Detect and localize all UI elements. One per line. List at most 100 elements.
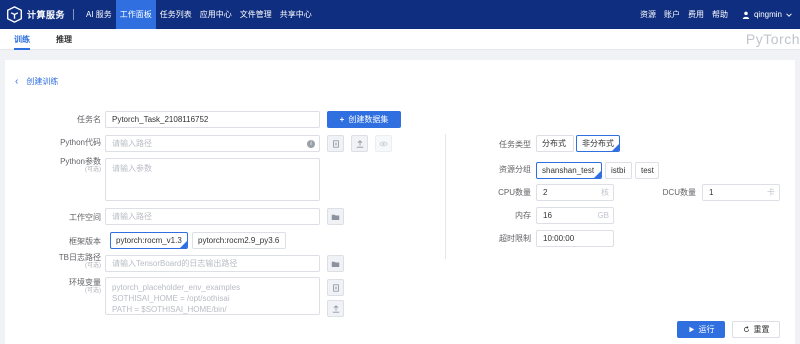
top-nav-bar: 计算服务 AI 服务 工作面板 任务列表 应用中心 文件管理 共享中心 资源 账… <box>0 0 800 29</box>
workdir-input[interactable]: 请输入路径 <box>105 208 320 225</box>
document-icon <box>332 283 339 292</box>
memory-label: 内存 <box>515 211 531 220</box>
timeout-label: 超时限制 <box>499 234 531 243</box>
page-title: 创建训练 <box>26 77 59 86</box>
memory-input[interactable]: 16 GB <box>536 207 614 224</box>
cpu-label: CPU数量 <box>498 188 531 197</box>
tb-log-label-text: TB日志路径 <box>58 253 101 262</box>
env-label-text: 环境变量 <box>69 278 101 287</box>
info-icon[interactable]: i <box>307 140 315 148</box>
nav-ai-service[interactable]: AI 服务 <box>82 0 116 29</box>
env-upload-button[interactable] <box>327 300 344 317</box>
main-nav: AI 服务 工作面板 任务列表 应用中心 文件管理 共享中心 <box>82 0 316 29</box>
cpu-value: 2 <box>543 188 548 197</box>
nav-item-file-manager[interactable]: 文件管理 <box>236 0 276 29</box>
nav-divider <box>73 9 75 20</box>
nav-item-app-center[interactable]: 应用中心 <box>196 0 236 29</box>
create-training-card: ‹ 创建训练 任务名 Pytorch_Task_2108116752 + 创建数… <box>5 60 795 344</box>
brand-logo-icon <box>7 6 22 23</box>
python-code-input[interactable]: 请输入路径 i <box>105 135 320 152</box>
reset-label: 重置 <box>753 325 770 334</box>
resource-group-option[interactable]: test <box>635 162 659 179</box>
memory-value: 16 <box>543 211 552 220</box>
workdir-label: 工作空间 <box>69 213 101 222</box>
plus-icon: + <box>339 115 345 124</box>
tb-log-label: TB日志路径 (可选) <box>45 253 101 270</box>
cpu-input[interactable]: 2 核 <box>536 184 614 201</box>
document-icon <box>332 139 339 148</box>
task-type-label: 任务类型 <box>499 140 531 149</box>
cpu-unit: 核 <box>601 188 609 197</box>
reset-button[interactable]: 重置 <box>732 321 780 338</box>
python-params-textarea[interactable]: 请输入参数 <box>105 158 320 201</box>
timeout-input[interactable]: 10:00:00 <box>536 230 614 247</box>
brand-name: 计算服务 <box>27 10 66 20</box>
run-button[interactable]: 运行 <box>677 321 725 338</box>
dcu-value: 1 <box>709 188 714 197</box>
user-icon <box>742 11 750 19</box>
task-name-label: 任务名 <box>77 115 101 124</box>
nav-item-workbench[interactable]: 工作面板 <box>115 0 156 29</box>
file-select-button[interactable] <box>327 135 344 152</box>
workdir-folder-button[interactable] <box>327 208 344 225</box>
tb-folder-button[interactable] <box>327 255 344 272</box>
preview-button[interactable] <box>375 135 392 152</box>
framework-title: PyTorch <box>745 31 800 47</box>
env-textarea[interactable]: pytorch_placeholder_env_examples SOTHISA… <box>105 277 320 315</box>
eye-icon <box>379 141 388 146</box>
dcu-label: DCU数量 <box>662 188 696 197</box>
run-label: 运行 <box>698 325 715 334</box>
memory-unit: GB <box>597 211 609 220</box>
dcu-input[interactable]: 1 卡 <box>702 184 780 201</box>
resource-group-label: 资源分组 <box>499 165 531 174</box>
folder-icon <box>331 261 340 267</box>
folder-icon <box>331 214 340 220</box>
tab-inference[interactable]: 推理 <box>56 29 72 50</box>
task-type-non-distributed[interactable]: 非分布式 <box>576 135 620 152</box>
dcu-unit: 卡 <box>767 188 775 197</box>
back-link[interactable]: ‹ 创建训练 <box>15 76 58 87</box>
task-type-distributed[interactable]: 分布式 <box>536 135 574 152</box>
resource-group-selected[interactable]: shanshan_test <box>536 162 602 179</box>
tab-train[interactable]: 训练 <box>14 29 30 50</box>
optional-hint: (可选) <box>85 287 101 294</box>
python-params-label-text: Python参数 <box>60 157 101 166</box>
upload-icon <box>356 139 363 148</box>
user-menu[interactable]: qingmin <box>742 0 792 29</box>
framework-version-label: 框架版本 <box>69 237 101 246</box>
play-icon <box>688 326 694 333</box>
framework-version-option-selected[interactable]: pytorch:rocm_v1.3 <box>110 232 188 249</box>
python-code-label: Python代码 <box>60 138 101 147</box>
nav-item-task-list[interactable]: 任务列表 <box>156 0 196 29</box>
nav-item-resources[interactable]: 资源 <box>636 0 660 29</box>
task-name-input[interactable]: Pytorch_Task_2108116752 <box>105 111 320 128</box>
nav-item-account[interactable]: 账户 <box>660 0 684 29</box>
create-dataset-label: 创建数据集 <box>348 115 389 124</box>
optional-hint: (可选) <box>85 262 101 269</box>
sub-header: 训练 推理 PyTorch <box>0 29 800 50</box>
reset-icon <box>743 326 749 332</box>
python-code-placeholder: 请输入路径 <box>112 139 152 148</box>
env-label: 环境变量 (可选) <box>45 278 101 295</box>
env-file-button[interactable] <box>327 279 344 296</box>
framework-version-option[interactable]: pytorch:rocm2.9_py3.6 <box>192 232 286 249</box>
env-line: pytorch_placeholder_env_examples <box>112 283 241 292</box>
resource-group-option[interactable]: istbi <box>605 162 632 179</box>
upload-button[interactable] <box>351 135 368 152</box>
optional-hint: (可选) <box>85 166 101 173</box>
brand[interactable]: 计算服务 <box>6 0 65 29</box>
python-params-label: Python参数 (可选) <box>45 157 101 174</box>
nav-item-billing[interactable]: 费用 <box>684 0 708 29</box>
nav-right: 资源 账户 费用 帮助 qingmin <box>636 0 800 29</box>
username: qingmin <box>753 10 782 19</box>
upload-icon <box>332 304 339 313</box>
column-divider <box>445 134 446 259</box>
tb-log-input[interactable]: 请输入TensorBoard的日志输出路径 <box>105 255 320 272</box>
env-line: PATH = $SOTHISAI_HOME/bin/ <box>112 305 227 314</box>
create-dataset-button[interactable]: + 创建数据集 <box>327 111 401 128</box>
chevron-left-icon: ‹ <box>15 76 19 87</box>
nav-item-share-center[interactable]: 共享中心 <box>276 0 316 29</box>
env-line: SOTHISAI_HOME = /opt/sothisai <box>112 294 230 303</box>
chevron-down-icon <box>786 12 792 17</box>
nav-item-help[interactable]: 帮助 <box>708 0 732 29</box>
